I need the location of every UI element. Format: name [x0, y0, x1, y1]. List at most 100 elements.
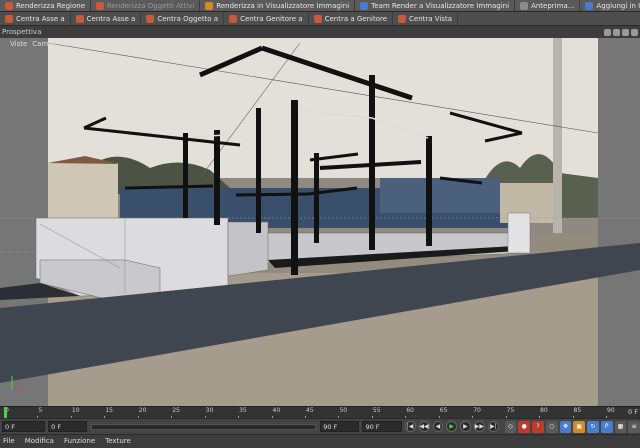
command-3[interactable]: Team Render a Visualizzatore Immagini — [355, 0, 516, 11]
command-label: Renderizza Regione — [16, 1, 85, 10]
render-region-icon — [5, 1, 13, 10]
center-to-parent-icon — [313, 14, 322, 23]
command-label: Renderizza Oggetti Attivi — [107, 1, 195, 10]
house-left — [48, 163, 118, 218]
play-icon[interactable]: ▶ — [446, 421, 458, 432]
timeline-tick-label: 10 — [71, 407, 80, 414]
beam — [235, 192, 309, 197]
viewport-menu-item[interactable]: Viste — [10, 38, 27, 50]
viewport-menu-item[interactable]: Mostra — [65, 38, 89, 50]
command-2[interactable]: Renderizza in Visualizzatore Immagini — [200, 0, 356, 11]
command-0[interactable]: Renderizza Regione — [0, 0, 91, 11]
material-menu: File Modifica Funzione Texture — [0, 434, 640, 448]
render-active-icon — [96, 1, 104, 10]
pla-key-icon[interactable]: ▦ — [614, 420, 627, 433]
scale-key-icon[interactable]: ▣ — [573, 420, 586, 433]
column — [291, 100, 298, 275]
center-axis-icon — [75, 14, 84, 23]
column — [426, 136, 432, 246]
preview-icon — [520, 1, 529, 10]
center-tool-5[interactable]: Centra Vista — [393, 12, 459, 25]
center-tool-label: Centra a Genitore — [324, 14, 388, 23]
command-4[interactable]: Anteprima... — [515, 0, 581, 11]
column — [256, 108, 261, 233]
transport-bar: 0 F 0 F 90 F 90 F |◀ ◀◀ ◀ ▶ ▶ ▶▶ ▶| ◇ ● … — [0, 418, 640, 434]
timeline-tick-label: 45 — [306, 407, 314, 414]
rotation-key-icon[interactable]: ↻ — [587, 420, 599, 433]
beam — [124, 184, 214, 190]
center-axis-icon — [5, 14, 13, 23]
next-key-icon[interactable]: ▶▶ — [473, 421, 485, 432]
more-options-icon[interactable]: ≡ — [628, 420, 640, 433]
command-label: Renderizza in Visualizzatore Immagini — [216, 1, 350, 10]
timeline-tick-label: 20 — [138, 407, 147, 414]
prev-frame-icon[interactable]: ◀ — [432, 421, 444, 432]
timeline-tick-label: 85 — [573, 407, 582, 414]
center-object-icon — [146, 14, 155, 23]
bottom-menu-item[interactable]: Modifica — [25, 434, 54, 448]
timeline-tick-label: 70 — [473, 407, 481, 414]
timeline-tick-label: 35 — [239, 407, 247, 414]
viewport-label: Prospettiva — [2, 28, 42, 36]
picture-viewer-icon — [205, 1, 214, 10]
center-tool-1[interactable]: Centra Asse a — [71, 12, 142, 25]
bottom-menu-item[interactable]: Texture — [105, 434, 131, 448]
column — [214, 130, 220, 225]
viewport-menu-item[interactable]: Camere — [32, 38, 59, 50]
rotate-view-icon[interactable] — [613, 28, 620, 36]
center-tool-label: Centra Asse a — [86, 14, 136, 23]
command-1[interactable]: Renderizza Oggetti Attivi — [91, 0, 201, 11]
center-tool-2[interactable]: Centra Oggetto a — [141, 12, 225, 25]
zoom-view-icon[interactable] — [622, 28, 629, 36]
column — [183, 133, 188, 218]
viewport[interactable] — [0, 38, 640, 406]
autokey-icon[interactable]: ? — [532, 420, 544, 433]
command-5[interactable]: Aggiungi in Coda Rendering... — [580, 0, 640, 11]
viewport-menu-item[interactable]: Vista — [147, 38, 164, 50]
move-view-icon[interactable] — [604, 28, 611, 36]
timeline-tick-label: 15 — [105, 407, 113, 414]
viewport-menu: Viste Camere Mostra Opzioni Filtro Vista — [0, 38, 164, 50]
column — [369, 75, 375, 250]
tarp-building-right — [380, 178, 500, 213]
timeline-tick-label: 30 — [205, 407, 214, 414]
center-tool-0[interactable]: Centra Asse a — [0, 12, 71, 25]
timeline-tick-label: 90 — [607, 407, 615, 414]
position-key-icon[interactable]: ✥ — [559, 420, 572, 433]
command-label: Team Render a Visualizzatore Immagini — [371, 1, 510, 10]
viewport-menu-item[interactable]: Opzioni — [94, 38, 120, 50]
frame-range-slider[interactable] — [91, 423, 317, 430]
viewport-header: Prospettiva — [0, 26, 640, 38]
timeline-end-label: 0 F — [628, 408, 638, 416]
end-frame-field[interactable]: 90 F — [320, 421, 360, 432]
column — [314, 153, 319, 243]
start-frame-field[interactable]: 0 F — [48, 421, 88, 432]
parameter-key-icon[interactable]: P — [600, 420, 613, 433]
center-tool-4[interactable]: Centra a Genitore — [309, 12, 394, 25]
prev-key-icon[interactable]: ◀◀ — [418, 421, 430, 432]
center-tool-label: Centra Vista — [409, 14, 453, 23]
bottom-menu-item[interactable]: Funzione — [64, 434, 95, 448]
go-start-icon[interactable]: |◀ — [404, 421, 416, 432]
center-tool-label: Centra Oggetto a — [157, 14, 219, 23]
maximize-view-icon[interactable] — [631, 28, 638, 36]
bottom-menu-item[interactable]: File — [3, 434, 15, 448]
keyframe-selection-icon[interactable]: ○ — [545, 420, 558, 433]
record-mode-icon[interactable]: ◇ — [504, 420, 517, 433]
add-queue-icon — [585, 1, 594, 10]
timeline-tick-label: 50 — [339, 407, 348, 414]
timeline-tick-label: 25 — [172, 407, 180, 414]
record-icon[interactable]: ● — [518, 420, 531, 433]
end-frame-field-2[interactable]: 90 F — [362, 421, 402, 432]
wall-block-right — [507, 212, 531, 254]
timeline-tick-label: 80 — [540, 407, 548, 414]
current-frame-field[interactable]: 0 F — [2, 421, 46, 432]
center-tool-3[interactable]: Centra Genitore a — [224, 12, 309, 25]
next-frame-icon[interactable]: ▶ — [460, 421, 471, 432]
timeline[interactable]: 051015202530354045505560657075808590 0 F — [0, 406, 640, 419]
timeline-tick-label: 5 — [38, 407, 43, 414]
go-end-icon[interactable]: ▶| — [487, 421, 499, 432]
center-tool-label: Centra Asse a — [16, 14, 65, 23]
viewport-menu-item[interactable]: Filtro — [125, 38, 142, 50]
center-view-icon — [398, 14, 407, 23]
